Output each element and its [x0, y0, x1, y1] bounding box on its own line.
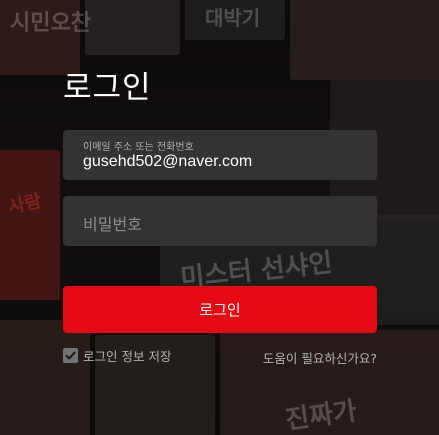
- check-icon: [65, 351, 76, 360]
- help-link[interactable]: 도움이 필요하신가요?: [263, 348, 377, 367]
- login-button[interactable]: 로그인: [63, 286, 377, 333]
- remember-me[interactable]: 로그인 정보 저장: [63, 346, 171, 365]
- poster-tile: [290, 0, 439, 80]
- password-field[interactable]: 비밀번호: [63, 196, 377, 246]
- login-page: 시민오찬 대박기 미스터 선샤인 진짜가 사람 로그인 이메일 주소 또는 전화…: [0, 0, 439, 435]
- remember-checkbox[interactable]: [63, 348, 78, 363]
- poster-tile: [0, 320, 90, 435]
- page-title: 로그인: [63, 70, 152, 106]
- password-placeholder: 비밀번호: [83, 215, 142, 234]
- remember-label: 로그인 정보 저장: [83, 349, 172, 364]
- poster-text: 시민오찬: [10, 11, 91, 36]
- poster-tile: [85, 0, 180, 55]
- poster-tile: [0, 150, 60, 300]
- email-field[interactable]: 이메일 주소 또는 전화번호 gusehd502@naver.com: [63, 130, 377, 180]
- email-field-value[interactable]: gusehd502@naver.com: [83, 153, 252, 171]
- poster-text: 대박기: [205, 6, 261, 30]
- email-field-label: 이메일 주소 또는 전화번호: [83, 142, 194, 153]
